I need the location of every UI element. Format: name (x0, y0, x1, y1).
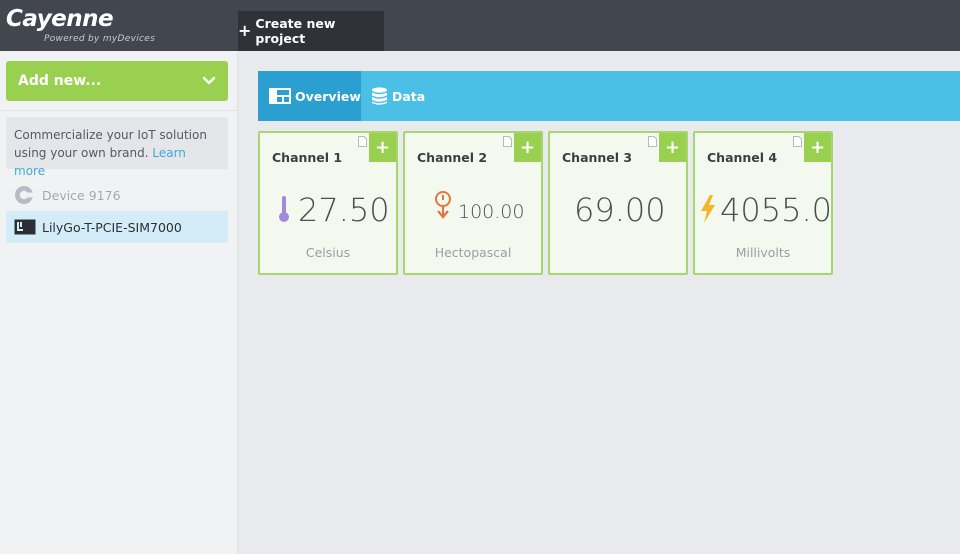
widget-unit: Hectopascal (434, 245, 512, 260)
dashboard-icon (269, 88, 291, 104)
add-new-button[interactable]: Add new... (6, 61, 228, 101)
widget-channel-4[interactable]: + Channel 4 4055.00 Millivolts (693, 131, 833, 275)
create-project-label: Create new project (255, 16, 336, 46)
cayenne-device-icon (15, 186, 33, 204)
device-item-label: LilyGo-T-PCIE-SIM7000 (42, 219, 182, 235)
add-new-label: Add new... (18, 73, 102, 89)
sidebar-divider (0, 110, 238, 111)
widget-title: Channel 2 (417, 150, 488, 165)
database-icon (372, 86, 387, 105)
widget-unit: Celsius (305, 245, 351, 260)
dashboard-tab-bar: Overview Data (258, 71, 960, 121)
chevron-down-icon (202, 76, 216, 85)
logo-tagline: Powered by myDevices (44, 34, 156, 44)
tab-overview[interactable]: Overview (258, 71, 361, 121)
thermometer-icon (279, 196, 289, 222)
lightning-icon (701, 195, 715, 223)
widget-add-button[interactable]: + (659, 133, 686, 162)
widget-unit: Millivolts (735, 245, 791, 260)
tab-overview-label: Overview (295, 88, 361, 104)
widget-add-button[interactable]: + (804, 133, 831, 162)
top-bar: Cayenne Powered by myDevices + Create ne… (0, 0, 960, 51)
widget-channel-1[interactable]: + Channel 1 27.50 Celsius (258, 131, 398, 275)
document-icon[interactable] (503, 136, 512, 147)
widget-value: 69.00 (574, 191, 666, 229)
document-icon[interactable] (793, 136, 802, 147)
widget-channel-2[interactable]: + Channel 2 100.00 Hectopascal (403, 131, 543, 275)
widget-add-button[interactable]: + (514, 133, 541, 162)
sidebar: Add new... Commercialize your IoT soluti… (0, 51, 238, 554)
promo-box: Commercialize your IoT solution using yo… (6, 117, 228, 178)
widget-title: Channel 1 (272, 150, 343, 165)
document-icon[interactable] (358, 136, 367, 147)
device-group-label: Device 9176 (42, 187, 121, 203)
tab-data[interactable]: Data (361, 71, 441, 121)
widget-value: 27.50 (298, 191, 390, 229)
logo-wordmark: Cayenne (6, 6, 114, 32)
widget-title: Channel 3 (562, 150, 633, 165)
tab-data-label: Data (392, 88, 426, 104)
widget-channel-3[interactable]: + Channel 3 69.00 (548, 131, 688, 275)
widget-value: 4055.00 (720, 191, 832, 229)
plus-icon: + (238, 21, 252, 40)
widget-title: Channel 4 (707, 150, 778, 165)
widget-value: 100.00 (458, 201, 525, 223)
device-item-lilygo[interactable]: LilyGo-T-PCIE-SIM7000 (6, 211, 228, 243)
device-group[interactable]: Device 9176 (14, 184, 121, 206)
cayenne-logo[interactable]: Cayenne Powered by myDevices (6, 6, 206, 48)
document-icon[interactable] (648, 136, 657, 147)
widget-add-button[interactable]: + (369, 133, 396, 162)
device-board-icon (14, 219, 36, 235)
pressure-icon (435, 191, 451, 219)
create-project-button[interactable]: + Create new project (238, 11, 384, 51)
